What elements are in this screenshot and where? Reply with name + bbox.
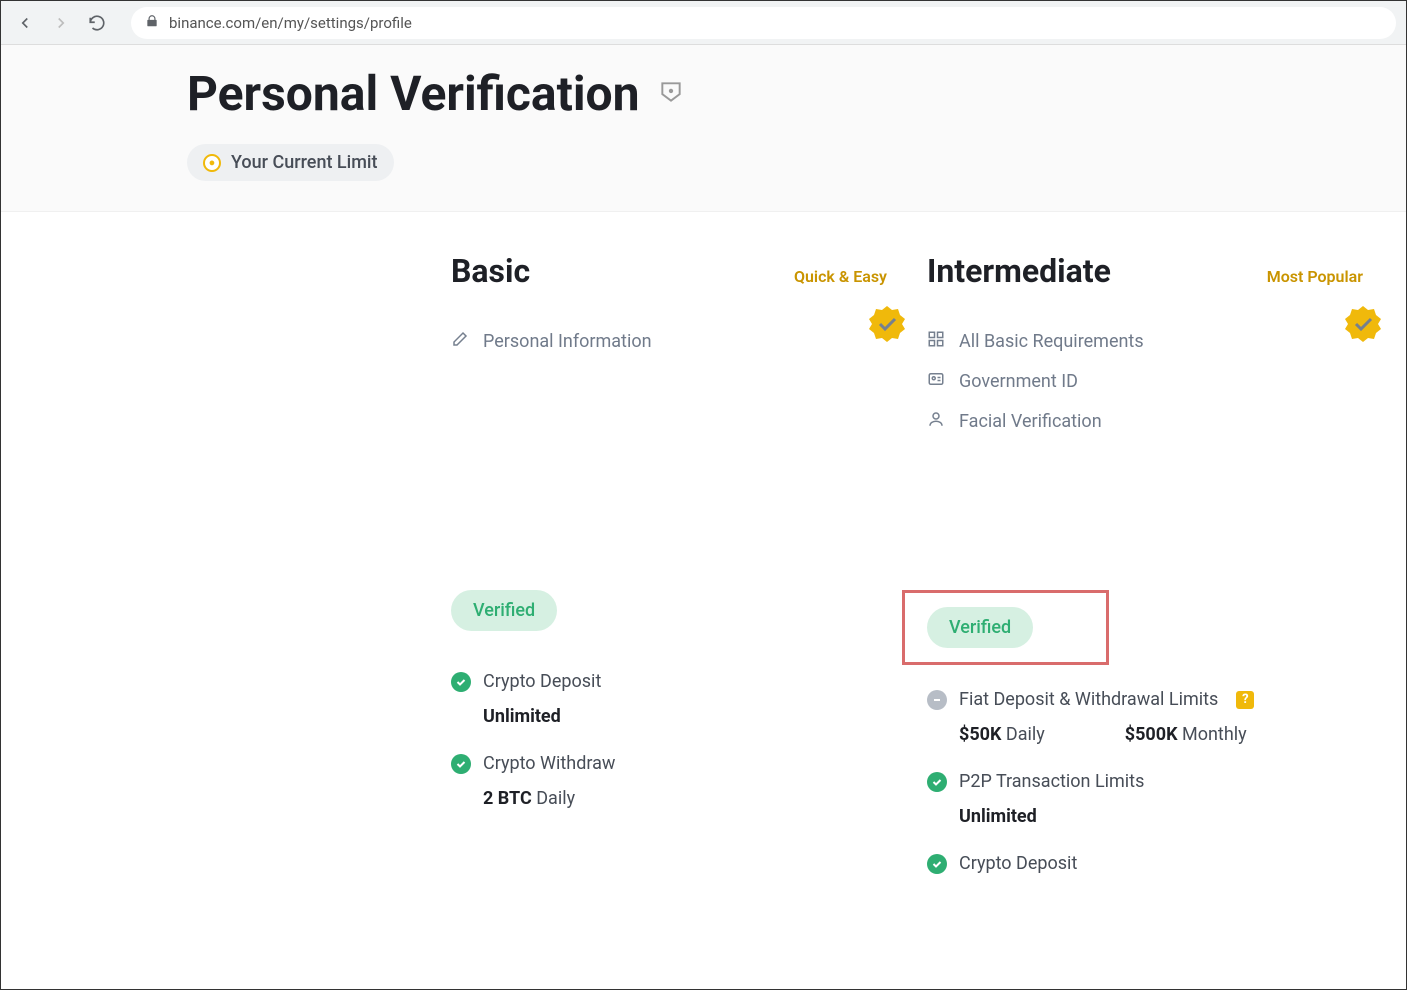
tier-basic-title: Basic bbox=[451, 252, 530, 290]
feature-label: Crypto Deposit bbox=[483, 671, 601, 692]
edit-icon bbox=[451, 330, 469, 352]
feature-p2p-limits: P2P Transaction Limits bbox=[927, 771, 1363, 792]
verified-highlight-box: Verified bbox=[902, 590, 1109, 665]
feature-label: Fiat Deposit & Withdrawal Limits bbox=[959, 689, 1218, 710]
tiers-container: Basic Quick & Easy Personal Information … bbox=[1, 212, 1406, 888]
req-label: Government ID bbox=[959, 371, 1078, 392]
verified-badge-icon bbox=[1343, 304, 1383, 348]
req-label: All Basic Requirements bbox=[959, 331, 1144, 352]
req-label: Personal Information bbox=[483, 331, 652, 352]
tier-intermediate-title: Intermediate bbox=[927, 252, 1111, 290]
feature-crypto-withdraw: Crypto Withdraw bbox=[451, 753, 887, 774]
verified-status-basic: Verified bbox=[451, 590, 557, 631]
forward-button[interactable] bbox=[47, 9, 75, 37]
help-icon[interactable]: ? bbox=[1236, 691, 1254, 709]
lock-icon bbox=[145, 14, 159, 32]
req-personal-info: Personal Information bbox=[451, 330, 887, 352]
feature-value-dual: $50K Daily $500K Monthly bbox=[959, 724, 1363, 745]
feature-value: Unlimited bbox=[483, 706, 887, 727]
req-government-id: Government ID bbox=[927, 370, 1363, 392]
grid-icon bbox=[927, 330, 945, 352]
current-limit-label: Your Current Limit bbox=[231, 152, 378, 173]
person-icon bbox=[927, 410, 945, 432]
tier-intermediate: Intermediate Most Popular All Basic Requ… bbox=[927, 252, 1403, 888]
browser-toolbar: binance.com/en/my/settings/profile bbox=[1, 1, 1406, 45]
verified-badge-icon bbox=[867, 304, 907, 348]
reload-button[interactable] bbox=[83, 9, 111, 37]
tier-intermediate-tag: Most Popular bbox=[1267, 267, 1363, 286]
feature-fiat-limits: Fiat Deposit & Withdrawal Limits ? bbox=[927, 689, 1363, 710]
feature-label: P2P Transaction Limits bbox=[959, 771, 1144, 792]
check-icon bbox=[451, 754, 471, 774]
shield-icon bbox=[658, 79, 684, 109]
feature-label: Crypto Withdraw bbox=[483, 753, 615, 774]
page-title: Personal Verification bbox=[187, 65, 640, 122]
feature-crypto-deposit-inter: Crypto Deposit bbox=[927, 853, 1363, 874]
feature-crypto-deposit: Crypto Deposit bbox=[451, 671, 887, 692]
verified-status-intermediate: Verified bbox=[927, 607, 1033, 648]
tier-basic: Basic Quick & Easy Personal Information … bbox=[451, 252, 927, 888]
address-bar[interactable]: binance.com/en/my/settings/profile bbox=[131, 7, 1396, 39]
feature-value: 2 BTC Daily bbox=[483, 788, 887, 809]
page-header: Personal Verification ● Your Current Lim… bbox=[1, 45, 1406, 212]
check-icon bbox=[927, 772, 947, 792]
check-icon bbox=[927, 854, 947, 874]
id-card-icon bbox=[927, 370, 945, 392]
tier-basic-tag: Quick & Easy bbox=[794, 267, 887, 286]
limit-dot-icon: ● bbox=[203, 154, 221, 172]
check-icon bbox=[451, 672, 471, 692]
url-text: binance.com/en/my/settings/profile bbox=[169, 14, 412, 32]
feature-label: Crypto Deposit bbox=[959, 853, 1077, 874]
back-button[interactable] bbox=[11, 9, 39, 37]
feature-value: Unlimited bbox=[959, 806, 1363, 827]
minus-icon bbox=[927, 690, 947, 710]
current-limit-pill[interactable]: ● Your Current Limit bbox=[187, 144, 394, 181]
req-label: Facial Verification bbox=[959, 411, 1102, 432]
req-all-basic: All Basic Requirements bbox=[927, 330, 1363, 352]
req-facial-verification: Facial Verification bbox=[927, 410, 1363, 432]
